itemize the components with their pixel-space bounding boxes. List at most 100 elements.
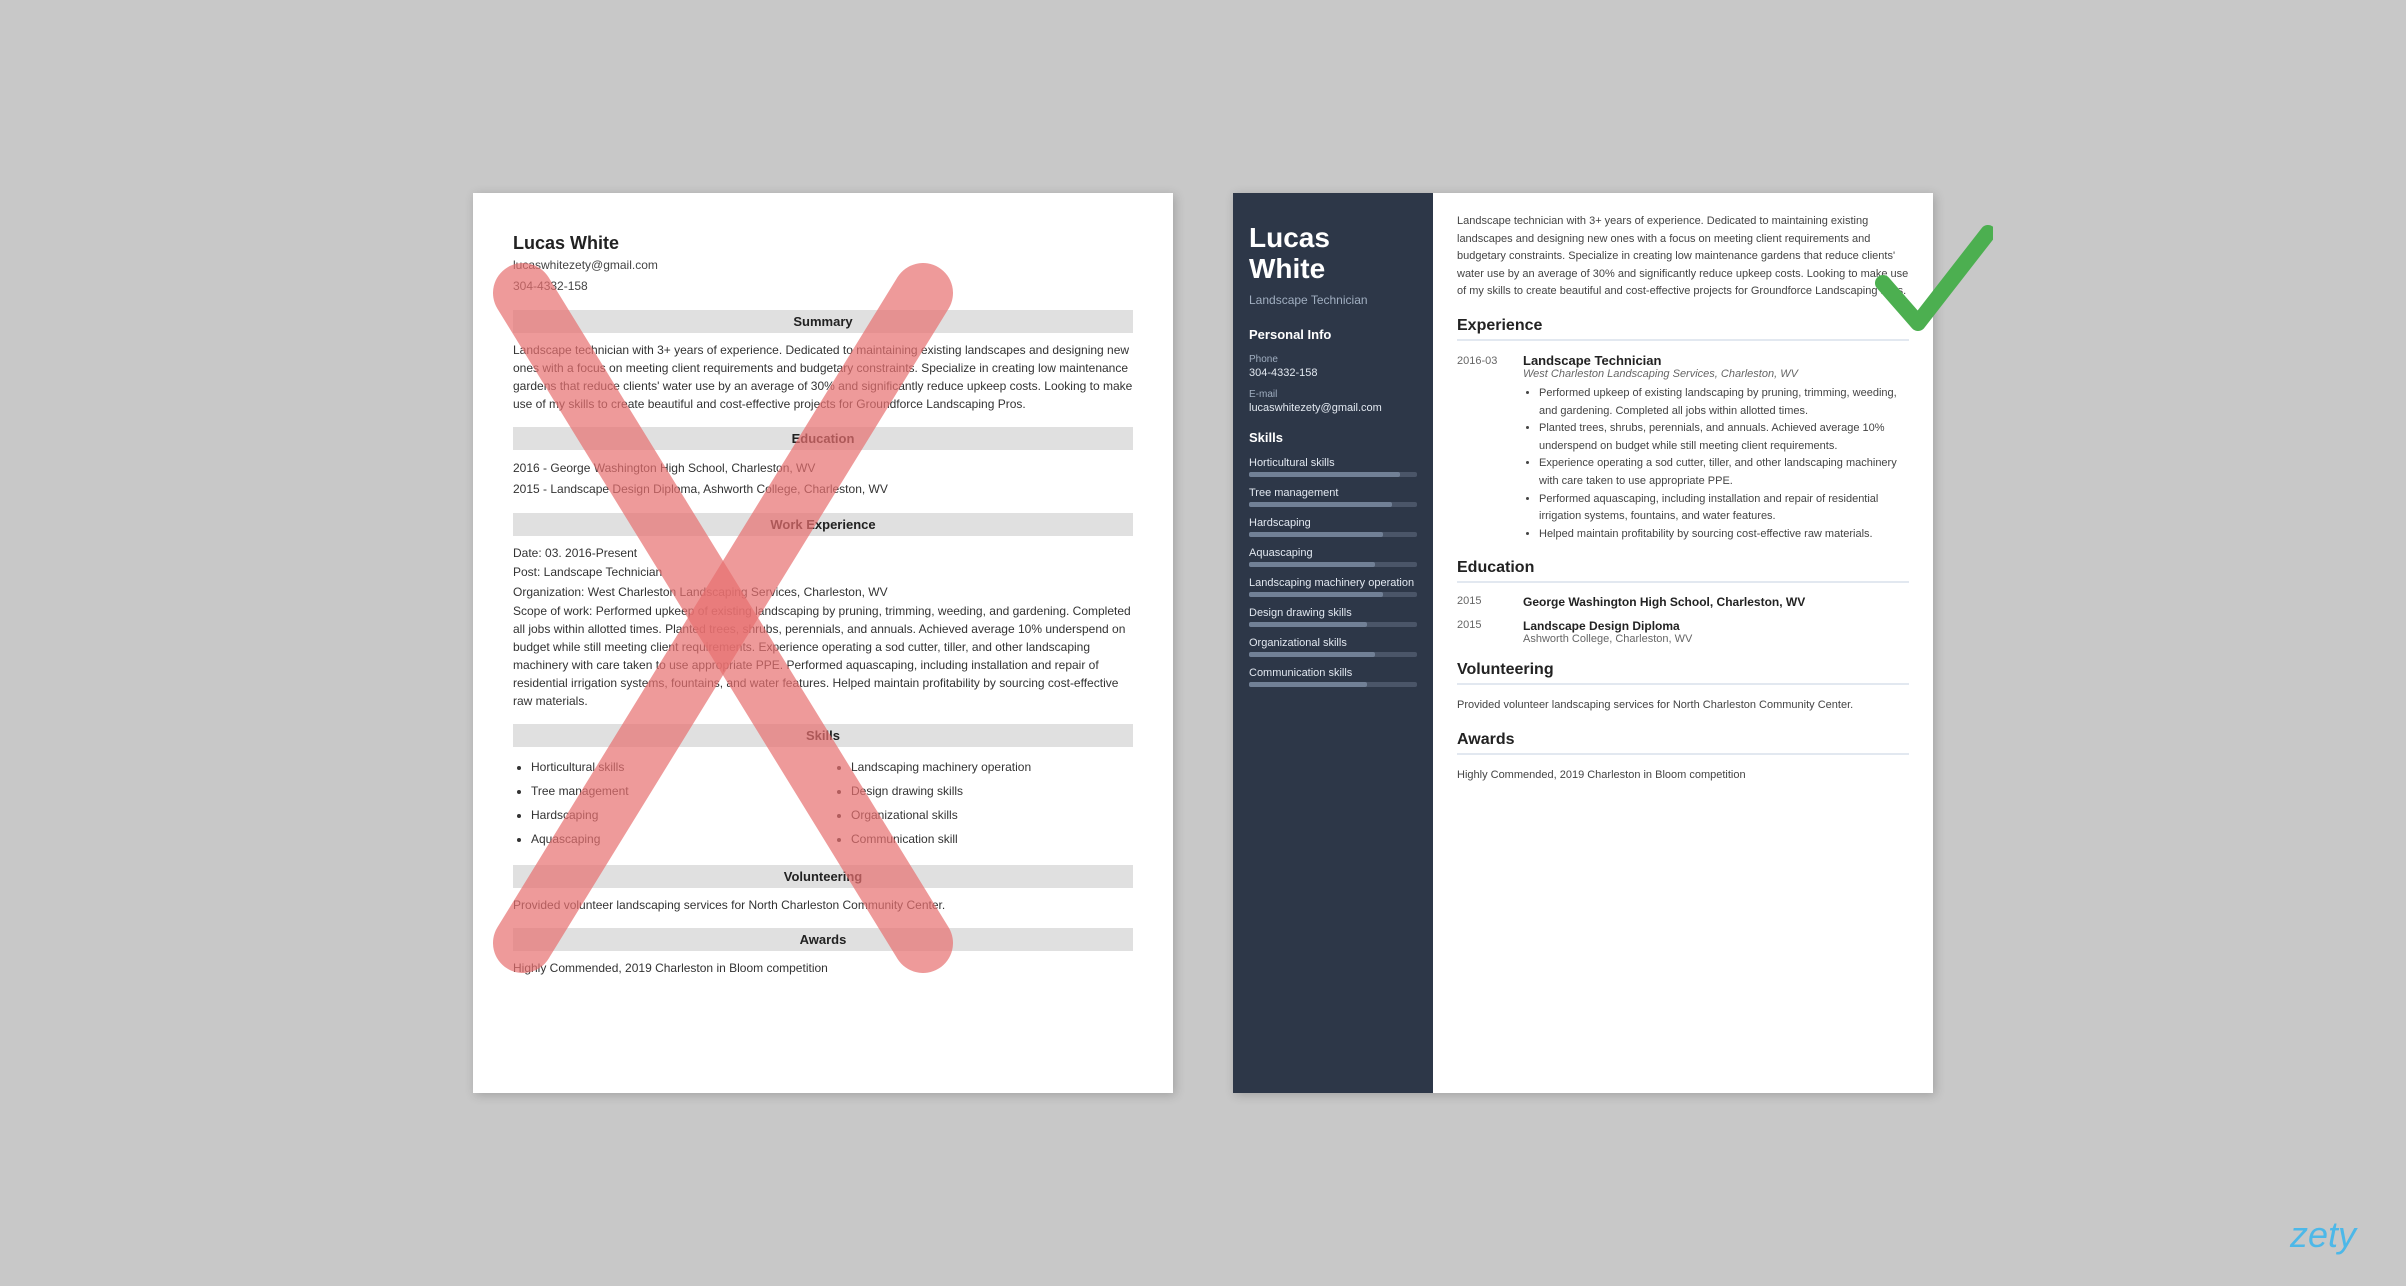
right-personal-info-title: Personal Info bbox=[1249, 327, 1417, 342]
right-phone-value: 304-4332-158 bbox=[1249, 367, 1417, 379]
skill-name-2: Hardscaping bbox=[1249, 517, 1417, 529]
skill-name-0: Horticultural skills bbox=[1249, 457, 1417, 469]
school-sub-1: Ashworth College, Charleston, WV bbox=[1523, 633, 1692, 645]
left-scope-text: Performed upkeep of existing landscaping… bbox=[513, 604, 1131, 708]
right-email-label: E-mail bbox=[1249, 389, 1417, 400]
skill-bar-fill-3 bbox=[1249, 562, 1375, 567]
left-skill-6: Design drawing skills bbox=[851, 779, 1133, 803]
left-work-post: Post: Landscape Technician bbox=[513, 563, 1133, 582]
exp-bullet-4: Helped maintain profitability by sourcin… bbox=[1539, 526, 1909, 544]
edu-entry-1: 2015 Landscape Design Diploma Ashworth C… bbox=[1457, 619, 1909, 645]
right-phone-label: Phone bbox=[1249, 354, 1417, 365]
exp-item-0: 2016-03 Landscape Technician West Charle… bbox=[1457, 353, 1909, 543]
left-skill-3: Hardscaping bbox=[531, 803, 813, 827]
left-edu-2: 2015 - Landscape Design Diploma, Ashwort… bbox=[513, 479, 1133, 499]
left-skills-col1: Horticultural skills Tree management Har… bbox=[513, 755, 813, 851]
left-skills-grid: Horticultural skills Tree management Har… bbox=[513, 755, 1133, 851]
degree-1: Landscape Design Diploma bbox=[1523, 619, 1692, 633]
skill-bar-bg-5 bbox=[1249, 622, 1417, 627]
skill-name-7: Communication skills bbox=[1249, 667, 1417, 679]
right-experience-title: Experience bbox=[1457, 317, 1909, 341]
edu-details-1: Landscape Design Diploma Ashworth Colleg… bbox=[1523, 619, 1692, 645]
skill-bar-bg-2 bbox=[1249, 532, 1417, 537]
left-name: Lucas White bbox=[513, 233, 1133, 254]
skill-bar-fill-1 bbox=[1249, 502, 1392, 507]
exp-job-title: Landscape Technician bbox=[1523, 353, 1909, 368]
edu-details-0: George Washington High School, Charlesto… bbox=[1523, 595, 1805, 609]
right-volunteering-text: Provided volunteer landscaping services … bbox=[1457, 697, 1909, 715]
skill-name-5: Design drawing skills bbox=[1249, 607, 1417, 619]
skill-bar-bg-1 bbox=[1249, 502, 1417, 507]
right-email-value: lucaswhitezety@gmail.com bbox=[1249, 402, 1417, 414]
left-skill-5: Landscaping machinery operation bbox=[851, 755, 1133, 779]
left-skill-2: Tree management bbox=[531, 779, 813, 803]
skill-item-0: Horticultural skills bbox=[1249, 457, 1417, 477]
right-sidebar: Lucas White Landscape Technician Persona… bbox=[1233, 193, 1433, 1093]
exp-date: 2016-03 bbox=[1457, 355, 1507, 543]
left-phone: 304-4332-158 bbox=[513, 277, 1133, 296]
edu-entry-0: 2015 George Washington High School, Char… bbox=[1457, 595, 1909, 609]
left-volunteering-title: Volunteering bbox=[513, 865, 1133, 888]
left-skill-4: Aquascaping bbox=[531, 827, 813, 851]
left-skill-7: Organizational skills bbox=[851, 803, 1133, 827]
exp-bullet-1: Planted trees, shrubs, perennials, and a… bbox=[1539, 420, 1909, 455]
left-summary-text: Landscape technician with 3+ years of ex… bbox=[513, 341, 1133, 413]
left-awards-text: Highly Commended, 2019 Charleston in Blo… bbox=[513, 959, 1133, 977]
right-job-title: Landscape Technician bbox=[1249, 293, 1417, 307]
skill-item-4: Landscaping machinery operation bbox=[1249, 577, 1417, 597]
right-main-content: Landscape technician with 3+ years of ex… bbox=[1433, 193, 1933, 1093]
left-email: lucaswhitezety@gmail.com bbox=[513, 256, 1133, 275]
left-edu-1: 2016 - George Washington High School, Ch… bbox=[513, 458, 1133, 478]
exp-bullet-0: Performed upkeep of existing landscaping… bbox=[1539, 385, 1909, 420]
right-first-name: Lucas bbox=[1249, 223, 1417, 254]
skill-bar-bg-0 bbox=[1249, 472, 1417, 477]
skill-item-3: Aquascaping bbox=[1249, 547, 1417, 567]
right-name-block: Lucas White bbox=[1249, 223, 1417, 285]
right-volunteering-title: Volunteering bbox=[1457, 661, 1909, 685]
left-summary-title: Summary bbox=[513, 310, 1133, 333]
skill-bar-fill-0 bbox=[1249, 472, 1400, 477]
skill-bar-fill-5 bbox=[1249, 622, 1367, 627]
skill-bar-fill-2 bbox=[1249, 532, 1383, 537]
left-skills-col2: Landscaping machinery operation Design d… bbox=[833, 755, 1133, 851]
right-summary-text: Landscape technician with 3+ years of ex… bbox=[1457, 213, 1909, 301]
skill-item-6: Organizational skills bbox=[1249, 637, 1417, 657]
exp-company: West Charleston Landscaping Services, Ch… bbox=[1523, 368, 1909, 380]
skill-bar-bg-7 bbox=[1249, 682, 1417, 687]
left-education-title: Education bbox=[513, 427, 1133, 450]
right-resume: Lucas White Landscape Technician Persona… bbox=[1233, 193, 1933, 1093]
skill-item-2: Hardscaping bbox=[1249, 517, 1417, 537]
exp-bullet-3: Performed aquascaping, including install… bbox=[1539, 491, 1909, 526]
exp-bullets-list: Performed upkeep of existing landscaping… bbox=[1523, 385, 1909, 543]
left-work-date: Date: 03. 2016-Present bbox=[513, 544, 1133, 563]
edu-year-0: 2015 bbox=[1457, 595, 1507, 609]
left-volunteering-text: Provided volunteer landscaping services … bbox=[513, 896, 1133, 914]
skill-bar-bg-4 bbox=[1249, 592, 1417, 597]
skill-item-1: Tree management bbox=[1249, 487, 1417, 507]
right-education-title: Education bbox=[1457, 559, 1909, 583]
right-resume-wrapper: Lucas White Landscape Technician Persona… bbox=[1233, 193, 1933, 1093]
school-name-0: George Washington High School, Charlesto… bbox=[1523, 595, 1805, 609]
skill-item-5: Design drawing skills bbox=[1249, 607, 1417, 627]
zety-logo: zety bbox=[2290, 1214, 2356, 1256]
exp-details: Landscape Technician West Charleston Lan… bbox=[1523, 353, 1909, 543]
page-container: Lucas White lucaswhitezety@gmail.com 304… bbox=[0, 0, 2406, 1286]
right-awards-text: Highly Commended, 2019 Charleston in Blo… bbox=[1457, 767, 1909, 785]
skill-item-7: Communication skills bbox=[1249, 667, 1417, 687]
left-skill-1: Horticultural skills bbox=[531, 755, 813, 779]
skill-name-3: Aquascaping bbox=[1249, 547, 1417, 559]
skill-name-1: Tree management bbox=[1249, 487, 1417, 499]
left-scope-label: Scope of work: bbox=[513, 604, 592, 618]
edu-year-1: 2015 bbox=[1457, 619, 1507, 645]
left-work-title: Work Experience bbox=[513, 513, 1133, 536]
left-work-org: Organization: West Charleston Landscapin… bbox=[513, 583, 1133, 602]
exp-bullet-2: Experience operating a sod cutter, tille… bbox=[1539, 455, 1909, 490]
left-awards-title: Awards bbox=[513, 928, 1133, 951]
right-skills-title: Skills bbox=[1249, 430, 1417, 445]
left-work-scope: Scope of work: Performed upkeep of exist… bbox=[513, 602, 1133, 710]
skill-bar-fill-4 bbox=[1249, 592, 1383, 597]
skill-bar-bg-6 bbox=[1249, 652, 1417, 657]
skill-name-4: Landscaping machinery operation bbox=[1249, 577, 1417, 589]
skill-bar-fill-6 bbox=[1249, 652, 1375, 657]
left-skills-title: Skills bbox=[513, 724, 1133, 747]
